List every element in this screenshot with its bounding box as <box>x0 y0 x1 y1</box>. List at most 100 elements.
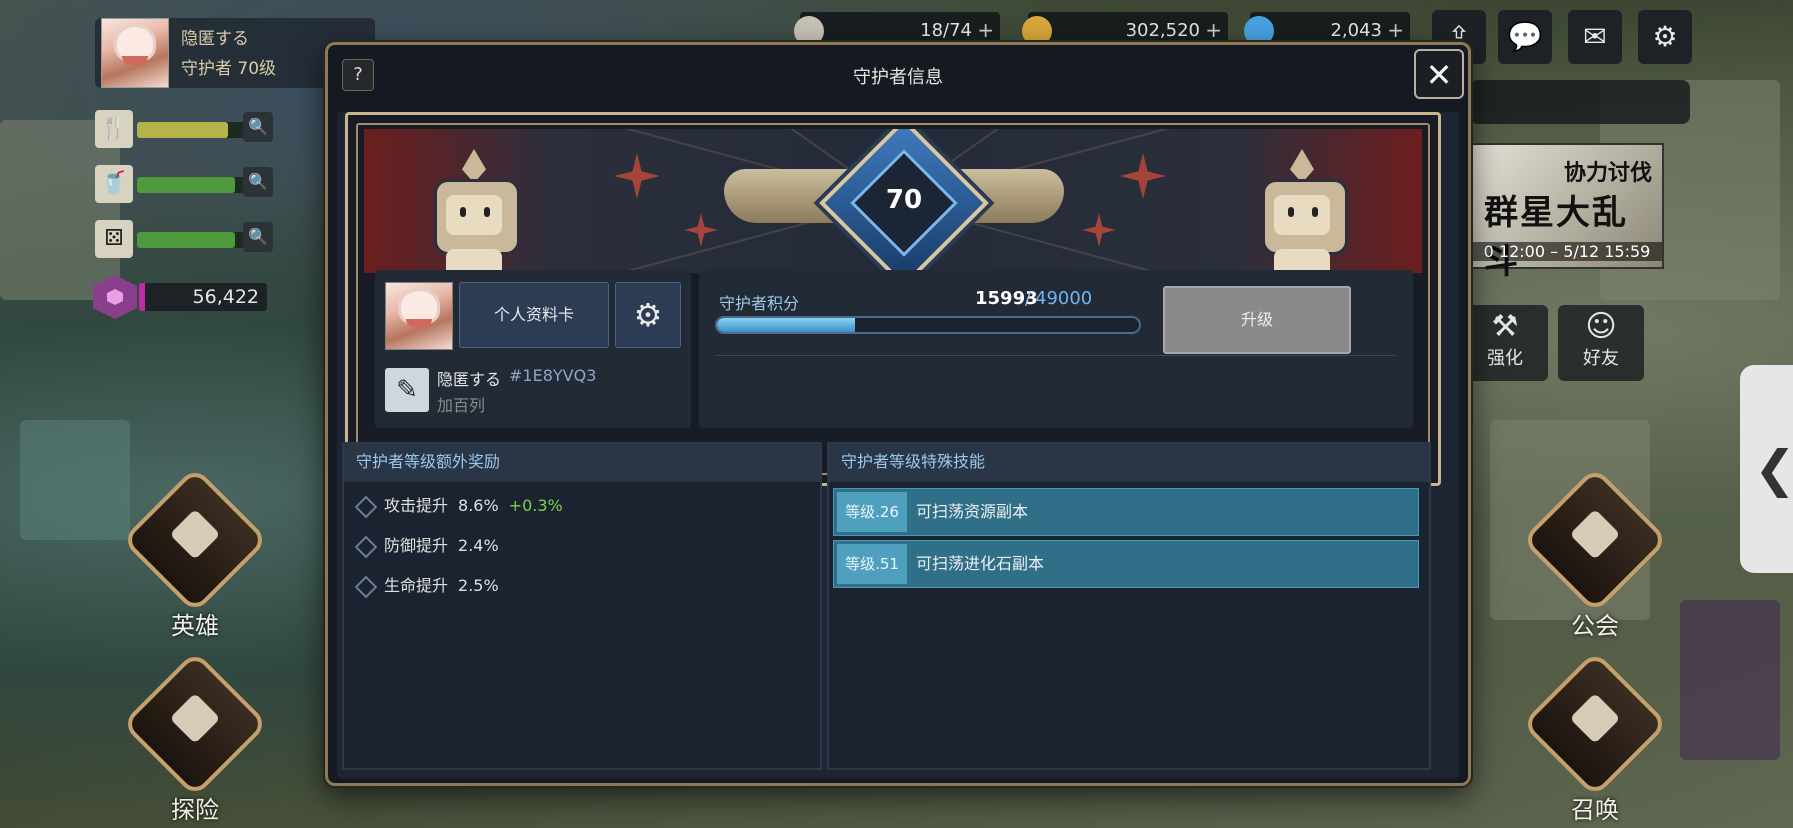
currency-gold-add[interactable]: + <box>1205 18 1222 42</box>
chat-icon: 💬 <box>1507 20 1543 53</box>
friends-label: 好友 <box>1583 348 1619 369</box>
guardian-points-panel: 守护者积分 15993 / 49000 升级 <box>699 270 1413 428</box>
profile-avatar[interactable] <box>385 282 453 350</box>
currency-crystal-add[interactable]: + <box>1387 18 1404 42</box>
currency-stamina-add[interactable]: + <box>977 18 994 42</box>
level-bonus-panel: 守护者等级额外奖励 攻击提升 8.6% +0.3% 防御提升 2.4% 生命提升 2.5… <box>342 442 822 770</box>
currency-gold-value: 302,520 <box>1125 20 1200 41</box>
summon-menu-button[interactable]: 召唤 <box>1521 650 1669 825</box>
gem-counter[interactable]: 56,422 <box>93 275 273 321</box>
points-progress-fill <box>717 318 855 332</box>
mail-icon: ✉ <box>1583 20 1607 53</box>
divider <box>715 355 1395 356</box>
upgrade-button[interactable]: 升级 <box>1163 286 1351 354</box>
player-avatar[interactable] <box>101 18 169 88</box>
star-icon <box>1120 153 1166 199</box>
profile-panel: 个人资料卡 ⚙ ✎ 隐匿する #1E8YVQ3 加百列 <box>375 270 691 428</box>
modal-body: 70 个人资料卡 ⚙ ✎ 隐匿する #1E8YVQ3 加百列 守护者积分 159… <box>337 112 1459 778</box>
right-mascot-icon <box>1252 149 1352 273</box>
anvil-icon: ⚒ <box>1491 309 1519 344</box>
event-banner[interactable]: 协力讨伐 群星大乱斗 0 12:00 – 5/12 15:59 <box>1470 143 1664 282</box>
guild-label: 公会 <box>1571 612 1619 640</box>
dice-search-button[interactable]: 🔍 <box>243 222 273 252</box>
guardian-info-modal: ? 守护者信息 ✕ 70 个人资料卡 ⚙ ✎ 隐匿する #1E8YVQ3 加百列… <box>325 42 1471 786</box>
modal-title: 守护者信息 <box>853 67 943 88</box>
enhance-label: 强化 <box>1487 348 1523 369</box>
points-slash: / <box>1025 288 1032 309</box>
bonus-name: 生命提升 <box>384 576 449 595</box>
close-icon: ✕ <box>1425 56 1453 94</box>
diamond-icon <box>354 495 378 519</box>
event-dates: 0 12:00 – 5/12 15:59 <box>1472 242 1662 261</box>
chevron-left-icon: ❮ <box>1754 440 1793 498</box>
stamina-food: 🍴 🔍 <box>95 110 275 150</box>
event-title: 群星大乱斗 <box>1484 193 1628 282</box>
diamond-icon <box>354 535 378 559</box>
mail-button[interactable]: ✉ <box>1568 10 1622 64</box>
bonus-row: 生命提升 2.5% <box>344 566 820 606</box>
stamina-dice: ⚄ 🔍 <box>95 220 275 260</box>
bonus-name: 攻击提升 <box>384 496 449 515</box>
profile-id: #1E8YVQ3 <box>509 366 597 385</box>
skill-row[interactable]: 等级.51 可扫荡进化石副本 <box>833 540 1419 588</box>
bonus-row: 防御提升 2.4% <box>344 526 820 566</box>
player-level: 守护者 70级 <box>181 59 277 79</box>
points-max: 49000 <box>1035 288 1093 309</box>
player-name: 隐匿する <box>181 29 249 49</box>
star-icon <box>614 153 660 199</box>
top-strip <box>1470 80 1690 124</box>
edit-name-button[interactable]: ✎ <box>385 368 429 412</box>
profile-settings-button[interactable]: ⚙ <box>615 282 681 348</box>
food-icon: 🍴 <box>95 110 133 148</box>
bonus-row: 攻击提升 8.6% +0.3% <box>344 486 820 526</box>
explore-menu-button[interactable]: 探险 <box>121 650 269 825</box>
drink-search-button[interactable]: 🔍 <box>243 167 273 197</box>
dice-icon: ⚄ <box>95 220 133 258</box>
gear-icon: ⚙ <box>1652 20 1678 53</box>
explore-icon <box>121 650 269 798</box>
settings-button[interactable]: ⚙ <box>1638 10 1692 64</box>
hero-icon <box>121 466 269 614</box>
skills-title: 守护者等级特殊技能 <box>829 444 1429 482</box>
bonus-extra: +0.3% <box>508 496 563 515</box>
guild-menu-button[interactable]: 公会 <box>1521 466 1669 641</box>
diamond-icon <box>354 575 378 599</box>
left-mascot-icon <box>424 149 524 273</box>
bonus-value: 2.4% <box>458 536 499 555</box>
enhance-menu-button[interactable]: ⚒ 强化 <box>1462 305 1548 381</box>
summon-icon <box>1521 650 1669 798</box>
special-skills-panel: 守护者等级特殊技能 等级.26 可扫荡资源副本 等级.51 可扫荡进化石副本 <box>827 442 1431 770</box>
gem-value: 56,422 <box>139 283 267 311</box>
heroes-menu-button[interactable]: 英雄 <box>121 466 269 641</box>
gem-icon <box>93 275 137 319</box>
heroes-label: 英雄 <box>171 612 219 640</box>
star-icon <box>684 213 718 247</box>
bonus-name: 防御提升 <box>384 536 449 555</box>
event-tag: 协力讨伐 <box>1563 161 1652 186</box>
profile-guild: 加百列 <box>437 396 486 415</box>
side-drawer-tab[interactable]: ❮ <box>1740 365 1793 573</box>
currency-crystal-value: 2,043 <box>1330 20 1382 41</box>
skill-level: 等级.26 <box>837 492 907 532</box>
points-progress-bar <box>715 316 1141 334</box>
summon-label: 召唤 <box>1571 796 1619 824</box>
friend-icon: ☺ <box>1585 309 1617 344</box>
bonus-value: 8.6% <box>458 496 499 515</box>
stamina-drink: 🥤 🔍 <box>95 165 275 205</box>
bonus-title: 守护者等级额外奖励 <box>344 444 820 482</box>
profile-card-button[interactable]: 个人资料卡 <box>459 282 609 348</box>
star-icon <box>1082 213 1116 247</box>
skill-name: 可扫荡进化石副本 <box>916 554 1045 573</box>
modal-header: ? 守护者信息 ✕ <box>328 45 1468 107</box>
close-button[interactable]: ✕ <box>1414 49 1464 99</box>
friends-menu-button[interactable]: ☺ 好友 <box>1558 305 1644 381</box>
drink-icon: 🥤 <box>95 165 133 203</box>
level-banner: 70 <box>364 129 1422 273</box>
castle-icon <box>1521 466 1669 614</box>
food-search-button[interactable]: 🔍 <box>243 112 273 142</box>
skill-row[interactable]: 等级.26 可扫荡资源副本 <box>833 488 1419 536</box>
currency-stamina-value: 18/74 <box>920 20 972 41</box>
chat-button[interactable]: 💬 <box>1498 10 1552 64</box>
skill-level: 等级.51 <box>837 544 907 584</box>
bonus-value: 2.5% <box>458 576 499 595</box>
